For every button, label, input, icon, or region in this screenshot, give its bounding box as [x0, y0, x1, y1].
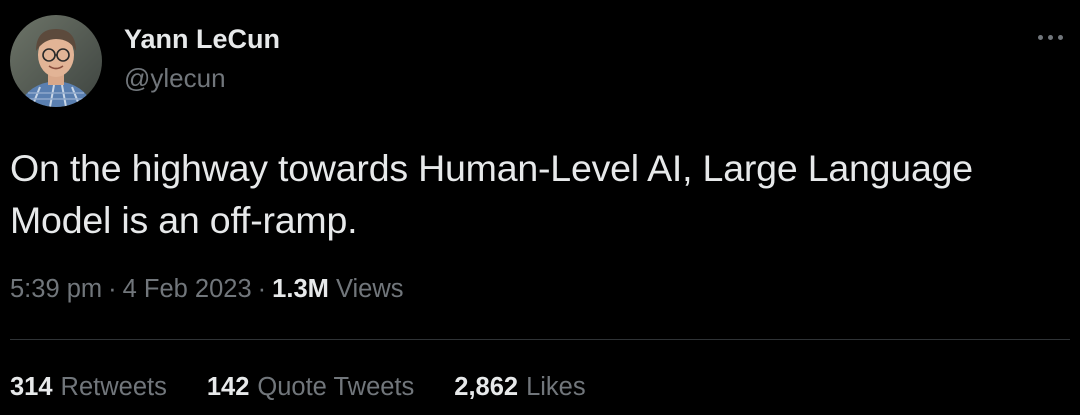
tweet-date[interactable]: 4 Feb 2023: [123, 275, 252, 303]
more-dot: [1057, 34, 1063, 40]
avatar[interactable]: [10, 15, 102, 107]
avatar-image: [10, 15, 102, 107]
retweets-count: 314: [10, 373, 53, 401]
tweet-detail: Yann LeCun @ylecun On the highway toward…: [0, 0, 1080, 415]
tweet-meta: 5:39 pm · 4 Feb 2023 · 1.3M Views: [10, 275, 404, 304]
quote-tweets-stat[interactable]: 142 Quote Tweets: [207, 373, 414, 402]
meta-separator: ·: [108, 275, 117, 303]
author-handle[interactable]: @ylecun: [124, 63, 226, 94]
author-name[interactable]: Yann LeCun: [124, 24, 280, 55]
views-count: 1.3M: [272, 275, 329, 303]
quote-tweets-label: Quote Tweets: [257, 373, 415, 401]
more-options-button[interactable]: [1030, 22, 1070, 52]
tweet-text: On the highway towards Human-Level AI, L…: [10, 147, 973, 241]
quote-tweets-count: 142: [206, 373, 250, 401]
likes-count: 2,862: [454, 373, 519, 401]
more-horizontal-icon: [1037, 34, 1043, 40]
more-dot: [1047, 34, 1053, 40]
tweet-time[interactable]: 5:39 pm: [10, 275, 102, 303]
views-label: Views: [335, 275, 404, 303]
meta-separator: ·: [257, 275, 267, 303]
likes-stat[interactable]: 2,862 Likes: [454, 373, 585, 402]
retweets-stat[interactable]: 314 Retweets: [10, 373, 167, 402]
engagement-stats: 314 Retweets 142 Quote Tweets 2,862 Likes: [10, 373, 586, 402]
likes-label: Likes: [526, 373, 586, 401]
divider: [10, 339, 1070, 340]
retweets-label: Retweets: [60, 373, 167, 401]
